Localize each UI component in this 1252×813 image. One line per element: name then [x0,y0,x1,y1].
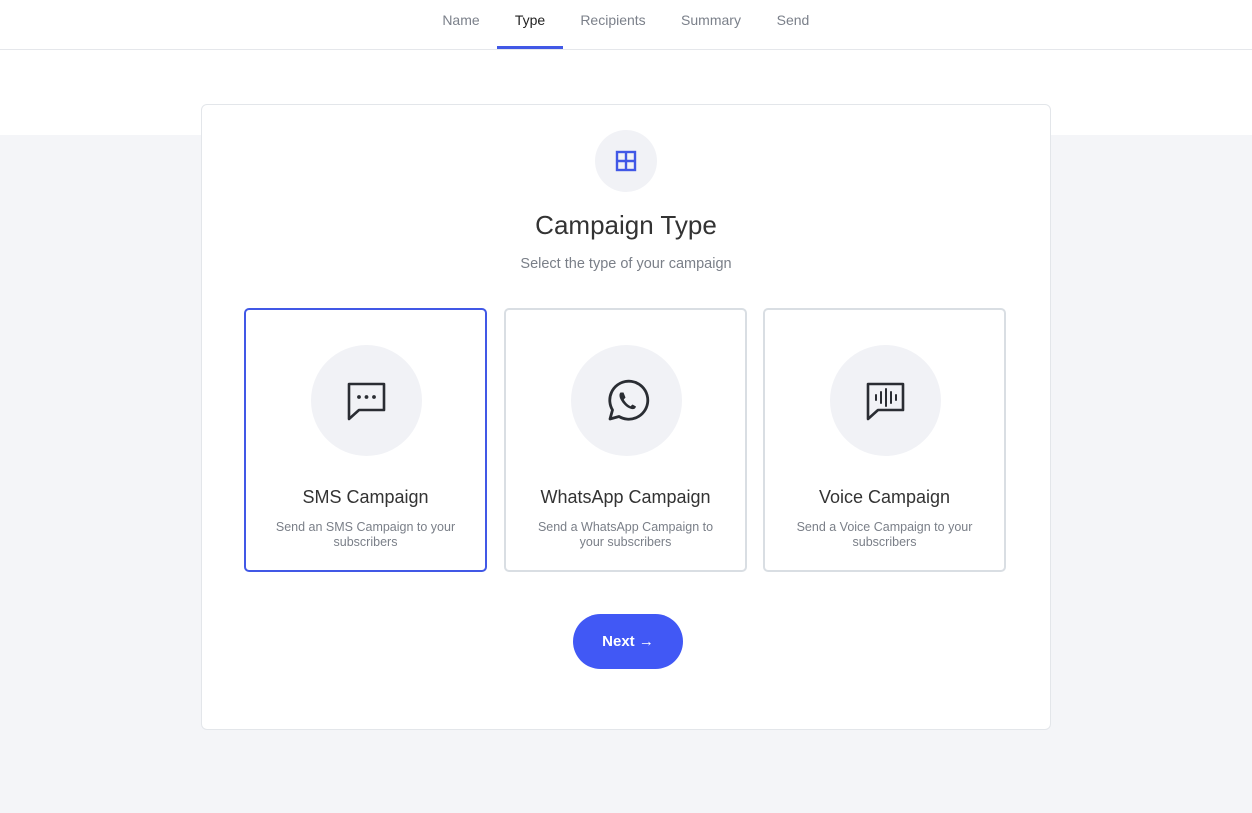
option-description: Send an SMS Campaign to your subscribers [275,520,456,549]
option-description: Send a WhatsApp Campaign to your subscri… [537,520,714,549]
option-icon-circle [571,345,682,456]
voice-wave-icon [866,382,904,420]
option-sms-campaign[interactable]: SMS Campaign Send an SMS Campaign to you… [244,308,487,572]
option-voice-campaign[interactable]: Voice Campaign Send a Voice Campaign to … [763,308,1006,572]
next-button[interactable]: Next → [573,614,683,669]
page-subtitle: Select the type of your campaign [520,256,732,272]
tab-name[interactable]: Name [440,0,482,49]
tab-type[interactable]: Type [497,0,563,49]
campaign-type-card: Campaign Type Select the type of your ca… [201,104,1051,730]
tab-send[interactable]: Send [774,0,812,49]
grid-icon [615,150,637,172]
option-description: Send a Voice Campaign to your subscriber… [796,520,973,549]
tab-recipients[interactable]: Recipients [578,0,648,49]
step-nav: Name Type Recipients Summary Send [0,0,1252,50]
option-whatsapp-campaign[interactable]: WhatsApp Campaign Send a WhatsApp Campai… [504,308,747,572]
whatsapp-icon [607,379,649,421]
tab-summary[interactable]: Summary [678,0,744,49]
option-title: SMS Campaign [302,487,429,507]
option-icon-circle [311,345,422,456]
chat-dots-icon [347,382,385,420]
page-title: Campaign Type [535,210,717,240]
option-icon-circle [830,345,941,456]
header-icon-circle [595,130,657,192]
option-title: WhatsApp Campaign [540,487,711,507]
option-title: Voice Campaign [818,487,951,507]
